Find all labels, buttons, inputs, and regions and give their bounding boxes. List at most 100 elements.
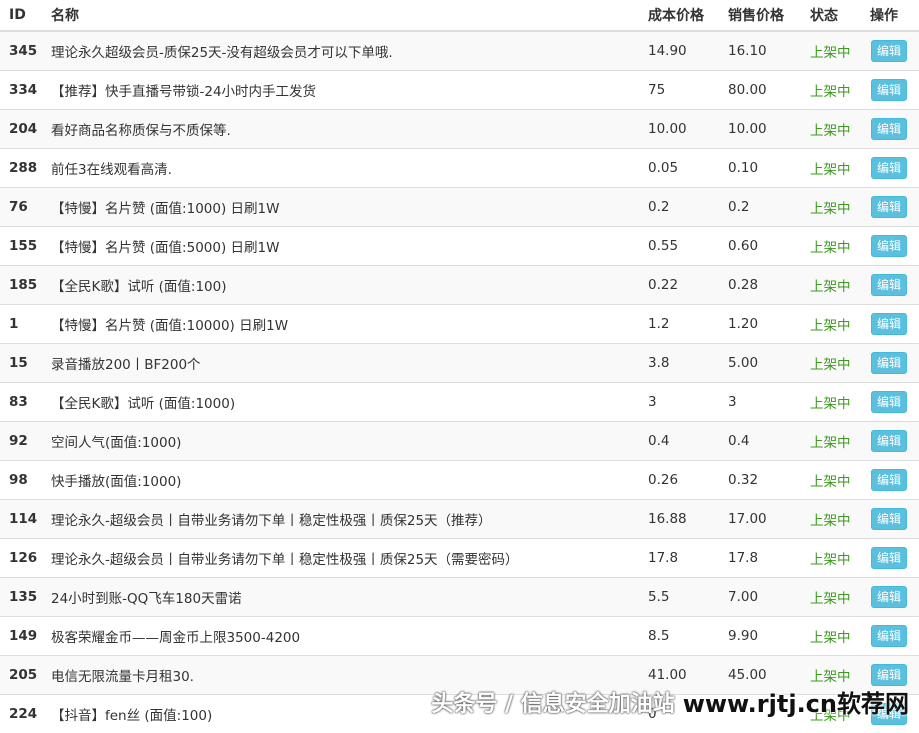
row-status: 上架中	[810, 500, 870, 539]
edit-button[interactable]: 编辑	[871, 391, 907, 413]
row-sale-price: 0.60	[728, 227, 810, 266]
edit-button[interactable]: 编辑	[871, 586, 907, 608]
row-cost-price: 0.4	[648, 422, 728, 461]
table-header: ID 名称 成本价格 销售价格 状态 操作	[0, 0, 919, 31]
column-header-status[interactable]: 状态	[810, 0, 870, 31]
row-cost-price: 41.00	[648, 656, 728, 695]
row-id: 155	[0, 227, 51, 266]
edit-button[interactable]: 编辑	[871, 508, 907, 530]
row-status: 上架中	[810, 461, 870, 500]
row-sale-price: 5.00	[728, 344, 810, 383]
table-row: 224【抖音】fen丝 (面值:100)0上架中编辑	[0, 695, 919, 733]
edit-button[interactable]: 编辑	[871, 235, 907, 257]
table-row: 345理论永久超级会员-质保25天-没有超级会员才可以下单哦.14.9016.1…	[0, 31, 919, 71]
edit-button[interactable]: 编辑	[871, 196, 907, 218]
row-id: 149	[0, 617, 51, 656]
table-row: 185【全民K歌】试听 (面值:100)0.220.28上架中编辑	[0, 266, 919, 305]
row-cost-price: 3.8	[648, 344, 728, 383]
row-actions: 编辑	[870, 227, 919, 266]
table-row: 334【推荐】快手直播号带锁-24小时内手工发货7580.00上架中编辑	[0, 71, 919, 110]
row-actions: 编辑	[870, 31, 919, 71]
table-row: 76【特慢】名片赞 (面值:1000) 日刷1W0.20.2上架中编辑	[0, 188, 919, 227]
table-row: 126理论永久-超级会员丨自带业务请勿下单丨稳定性极强丨质保25天（需要密码）1…	[0, 539, 919, 578]
edit-button[interactable]: 编辑	[871, 274, 907, 296]
row-status: 上架中	[810, 266, 870, 305]
row-cost-price: 0	[648, 695, 728, 733]
row-id: 204	[0, 110, 51, 149]
table-row: 155【特慢】名片赞 (面值:5000) 日刷1W0.550.60上架中编辑	[0, 227, 919, 266]
row-name: 录音播放200丨BF200个	[51, 344, 648, 383]
row-status: 上架中	[810, 383, 870, 422]
row-id: 205	[0, 656, 51, 695]
edit-button[interactable]: 编辑	[871, 352, 907, 374]
row-actions: 编辑	[870, 617, 919, 656]
row-id: 135	[0, 578, 51, 617]
row-id: 185	[0, 266, 51, 305]
row-name: 【抖音】fen丝 (面值:100)	[51, 695, 648, 733]
row-sale-price: 17.00	[728, 500, 810, 539]
row-cost-price: 0.26	[648, 461, 728, 500]
edit-button[interactable]: 编辑	[871, 40, 907, 62]
row-cost-price: 0.22	[648, 266, 728, 305]
row-name: 【特慢】名片赞 (面值:5000) 日刷1W	[51, 227, 648, 266]
row-actions: 编辑	[870, 149, 919, 188]
edit-button[interactable]: 编辑	[871, 79, 907, 101]
row-status: 上架中	[810, 305, 870, 344]
row-id: 345	[0, 31, 51, 71]
row-actions: 编辑	[870, 71, 919, 110]
row-actions: 编辑	[870, 422, 919, 461]
row-status: 上架中	[810, 227, 870, 266]
edit-button[interactable]: 编辑	[871, 547, 907, 569]
product-table: ID 名称 成本价格 销售价格 状态 操作 345理论永久超级会员-质保25天-…	[0, 0, 919, 733]
edit-button[interactable]: 编辑	[871, 469, 907, 491]
row-actions: 编辑	[870, 188, 919, 227]
row-id: 1	[0, 305, 51, 344]
row-name: 【特慢】名片赞 (面值:10000) 日刷1W	[51, 305, 648, 344]
row-sale-price: 0.10	[728, 149, 810, 188]
row-status: 上架中	[810, 71, 870, 110]
row-id: 114	[0, 500, 51, 539]
table-row: 83【全民K歌】试听 (面值:1000)33上架中编辑	[0, 383, 919, 422]
row-id: 15	[0, 344, 51, 383]
row-cost-price: 5.5	[648, 578, 728, 617]
row-name: 电信无限流量卡月租30.	[51, 656, 648, 695]
row-name: 快手播放(面值:1000)	[51, 461, 648, 500]
row-sale-price: 17.8	[728, 539, 810, 578]
table-row: 288前任3在线观看高清.0.050.10上架中编辑	[0, 149, 919, 188]
edit-button[interactable]: 编辑	[871, 703, 907, 725]
row-cost-price: 10.00	[648, 110, 728, 149]
table-row: 1【特慢】名片赞 (面值:10000) 日刷1W1.21.20上架中编辑	[0, 305, 919, 344]
row-actions: 编辑	[870, 344, 919, 383]
column-header-cost-price[interactable]: 成本价格	[648, 0, 728, 31]
row-cost-price: 8.5	[648, 617, 728, 656]
edit-button[interactable]: 编辑	[871, 313, 907, 335]
row-actions: 编辑	[870, 656, 919, 695]
row-name: 【全民K歌】试听 (面值:100)	[51, 266, 648, 305]
row-sale-price: 9.90	[728, 617, 810, 656]
row-status: 上架中	[810, 539, 870, 578]
table-row: 205电信无限流量卡月租30.41.0045.00上架中编辑	[0, 656, 919, 695]
row-actions: 编辑	[870, 695, 919, 733]
row-name: 理论永久-超级会员丨自带业务请勿下单丨稳定性极强丨质保25天（需要密码）	[51, 539, 648, 578]
column-header-name[interactable]: 名称	[51, 0, 648, 31]
header-row: ID 名称 成本价格 销售价格 状态 操作	[0, 0, 919, 31]
row-id: 334	[0, 71, 51, 110]
edit-button[interactable]: 编辑	[871, 664, 907, 686]
edit-button[interactable]: 编辑	[871, 625, 907, 647]
row-cost-price: 3	[648, 383, 728, 422]
edit-button[interactable]: 编辑	[871, 157, 907, 179]
edit-button[interactable]: 编辑	[871, 118, 907, 140]
row-cost-price: 0.55	[648, 227, 728, 266]
row-sale-price: 0.28	[728, 266, 810, 305]
row-sale-price: 0.4	[728, 422, 810, 461]
column-header-sale-price[interactable]: 销售价格	[728, 0, 810, 31]
row-cost-price: 17.8	[648, 539, 728, 578]
row-sale-price: 45.00	[728, 656, 810, 695]
column-header-id[interactable]: ID	[0, 0, 51, 31]
row-actions: 编辑	[870, 500, 919, 539]
row-id: 83	[0, 383, 51, 422]
row-actions: 编辑	[870, 578, 919, 617]
edit-button[interactable]: 编辑	[871, 430, 907, 452]
row-status: 上架中	[810, 31, 870, 71]
row-name: 前任3在线观看高清.	[51, 149, 648, 188]
